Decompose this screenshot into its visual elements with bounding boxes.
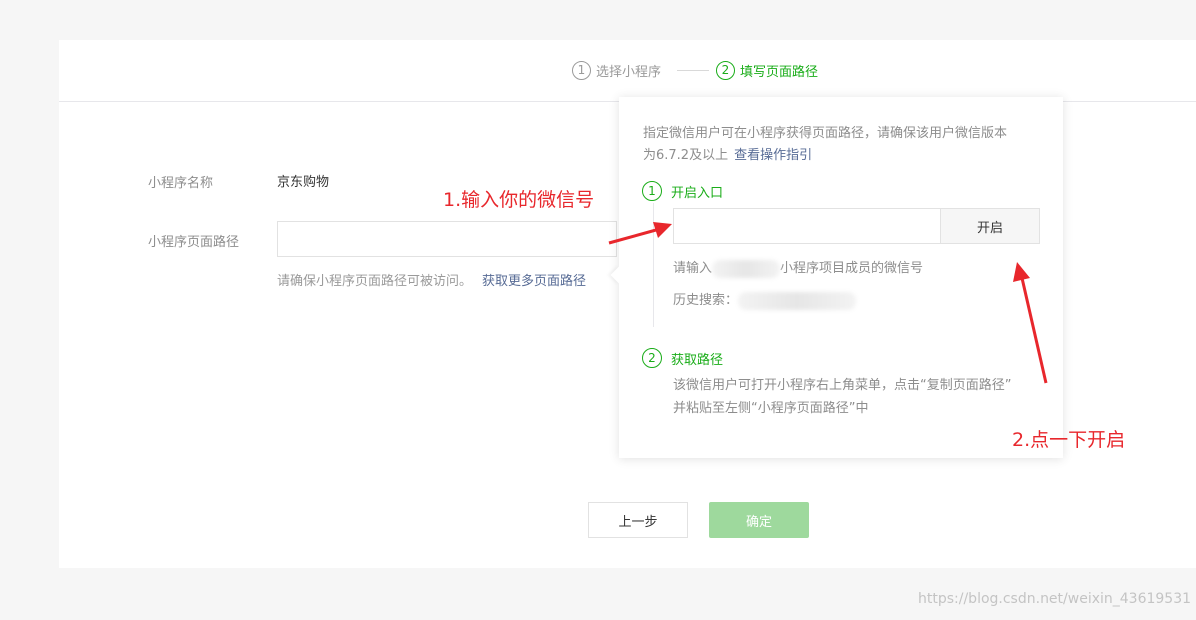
arrow-to-open-button (1013, 262, 1048, 384)
annotation-arrows (608, 222, 1048, 384)
arrow-to-wechat-input (608, 222, 672, 245)
watermark: https://blog.csdn.net/weixin_43619531 (918, 591, 1192, 607)
